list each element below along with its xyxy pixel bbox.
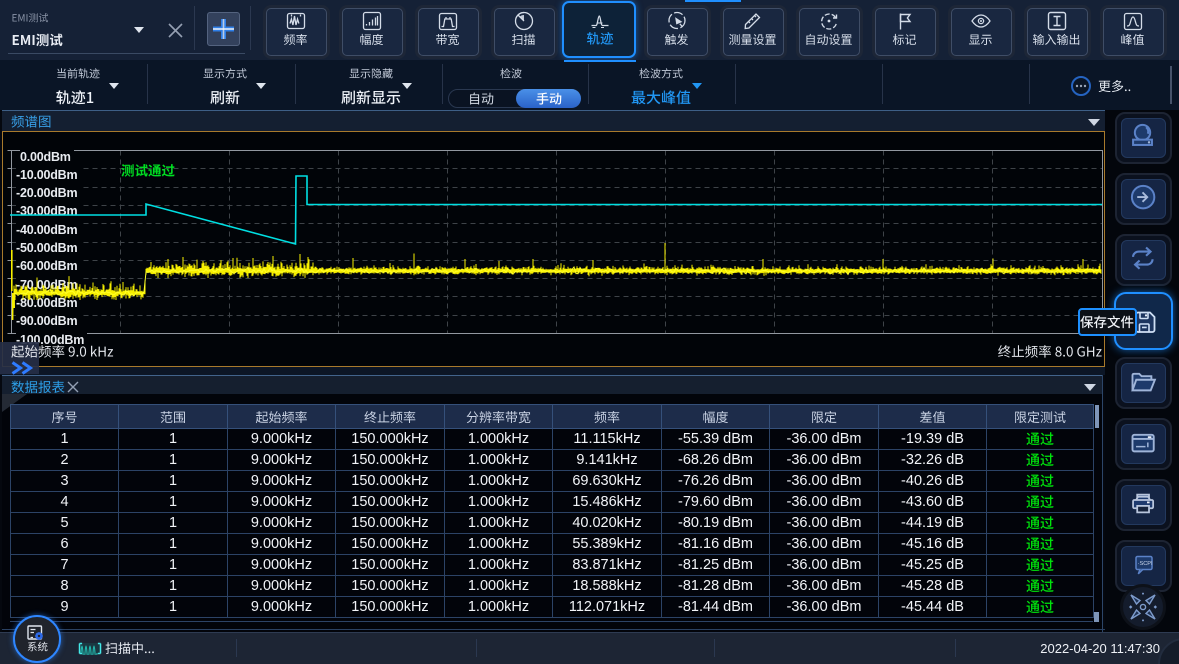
svg-text:·SCPI: ·SCPI — [1138, 561, 1153, 567]
